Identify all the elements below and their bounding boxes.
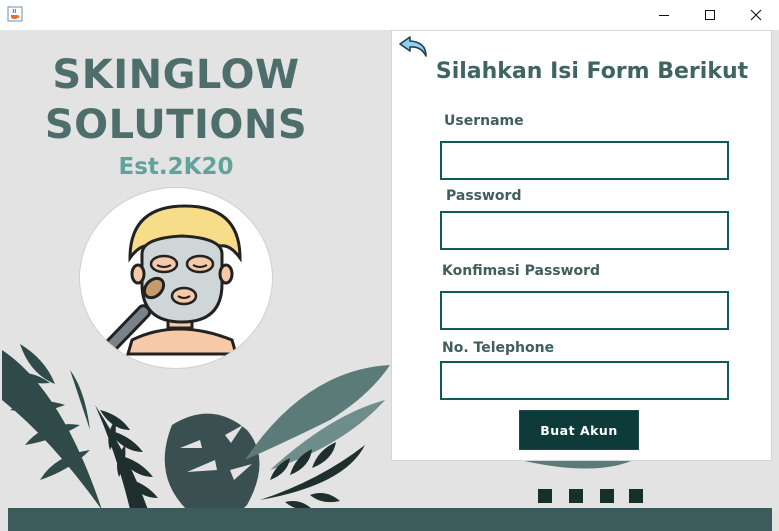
brand-name-line1: SKINGLOW <box>52 52 300 98</box>
close-icon <box>750 9 762 21</box>
telephone-label: No. Telephone <box>442 340 555 356</box>
maximize-button[interactable] <box>687 0 733 30</box>
brand-established: Est.2K20 <box>118 154 234 180</box>
minimize-icon <box>659 15 669 16</box>
registration-form: Silahkan Isi Form Berikut Username Passw… <box>391 30 772 461</box>
telephone-input[interactable] <box>440 361 729 400</box>
footer-bar <box>8 508 772 531</box>
password-input[interactable] <box>440 211 729 250</box>
confirm-password-input[interactable] <box>440 291 729 330</box>
maximize-icon <box>705 10 715 20</box>
dot <box>600 489 614 503</box>
java-cup-icon <box>7 6 23 22</box>
form-title: Silahkan Isi Form Berikut <box>435 59 749 84</box>
back-arrow-icon[interactable] <box>397 33 431 61</box>
minimize-button[interactable] <box>641 0 687 30</box>
create-account-button[interactable]: Buat Akun <box>519 410 639 450</box>
dot <box>629 489 643 503</box>
confirm-password-label: Konfimasi Password <box>442 263 601 279</box>
close-button[interactable] <box>733 0 779 30</box>
dot <box>538 489 552 503</box>
title-bar <box>0 0 779 30</box>
username-label: Username <box>444 113 524 129</box>
brand-name-line2: SOLUTIONS <box>44 102 308 148</box>
username-input[interactable] <box>440 141 729 180</box>
password-label: Password <box>446 188 522 204</box>
dot <box>569 489 583 503</box>
